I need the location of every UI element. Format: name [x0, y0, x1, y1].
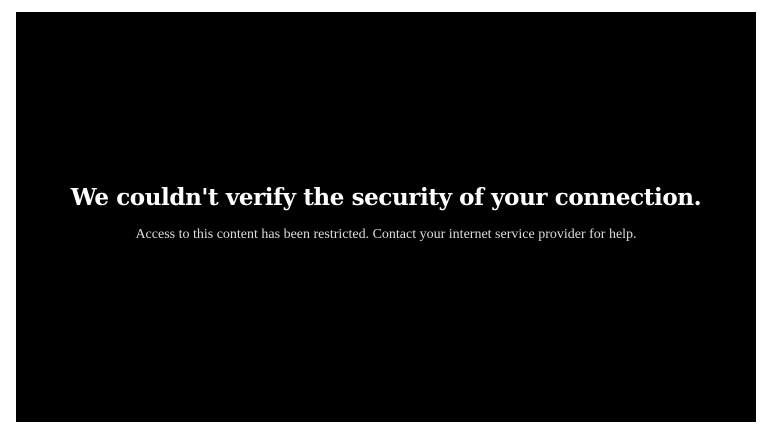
error-description: Access to this content has been restrict… — [135, 227, 637, 242]
blocked-page: We couldn't verify the security of your … — [16, 12, 756, 422]
error-message-block: We couldn't verify the security of your … — [16, 180, 756, 246]
error-title: We couldn't verify the security of your … — [70, 184, 702, 211]
